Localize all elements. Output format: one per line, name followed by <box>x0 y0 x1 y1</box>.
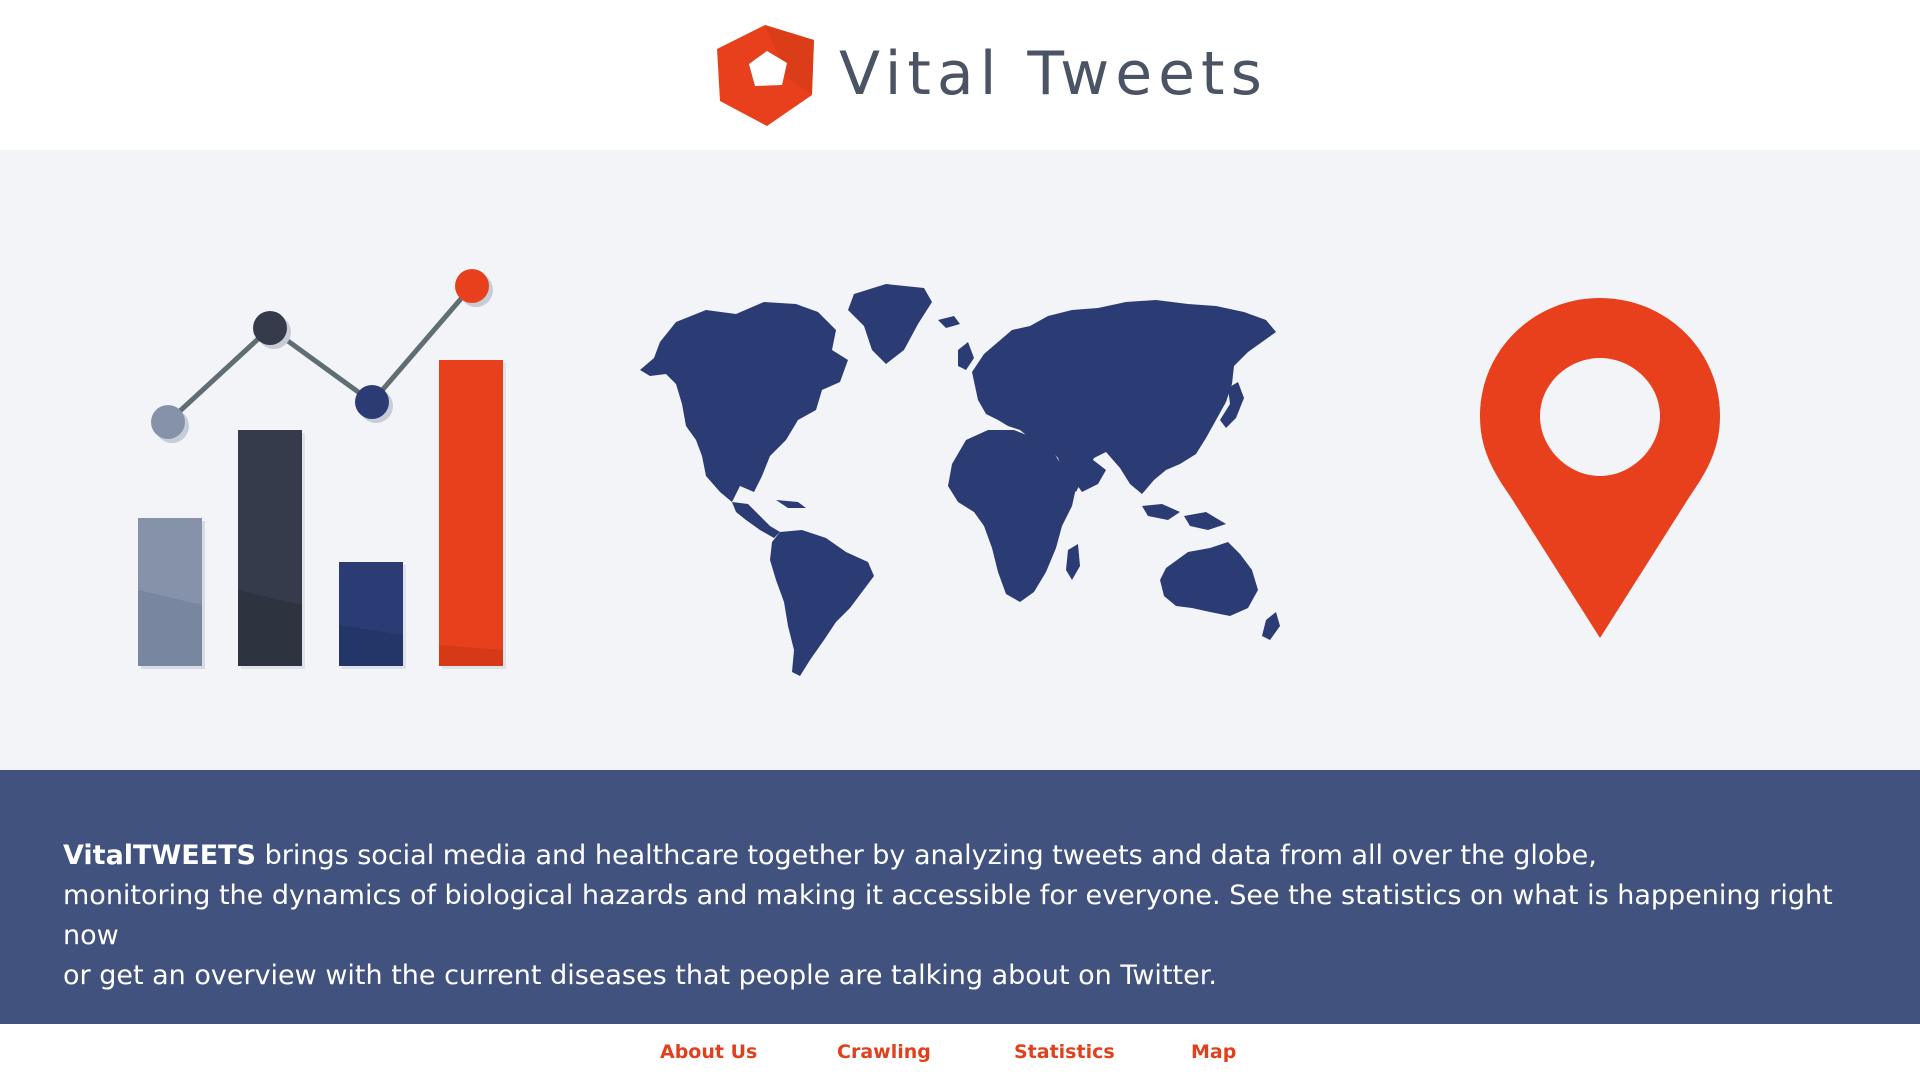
world-map-icon <box>640 284 1280 676</box>
nav-link-statistics[interactable]: Statistics <box>1014 1041 1115 1063</box>
nav-link-about-us[interactable]: About Us <box>660 1041 757 1063</box>
bar-line-chart-icon <box>138 269 506 669</box>
description-line-3: or get an overview with the current dise… <box>63 960 1217 991</box>
description-band: VitalTWEETS brings social media and heal… <box>0 770 1920 1024</box>
logo[interactable]: Vital Tweets <box>715 22 1268 130</box>
site-header: Vital Tweets <box>0 0 1920 150</box>
brand-highlight: VitalTWEETS <box>63 840 257 871</box>
description-text: VitalTWEETS brings social media and heal… <box>63 836 1883 996</box>
description-line-1: brings social media and healthcare toget… <box>256 840 1597 871</box>
hero-banner <box>0 150 1920 770</box>
footer-nav: About Us Crawling Statistics Map <box>0 1024 1920 1080</box>
description-line-2: monitoring the dynamics of biological ha… <box>63 880 1833 951</box>
map-pin-icon <box>1480 298 1720 638</box>
pentagon-logo-icon <box>717 25 814 126</box>
nav-link-map[interactable]: Map <box>1191 1041 1236 1063</box>
brand-name: Vital Tweets <box>839 39 1268 109</box>
nav-link-crawling[interactable]: Crawling <box>837 1041 931 1063</box>
